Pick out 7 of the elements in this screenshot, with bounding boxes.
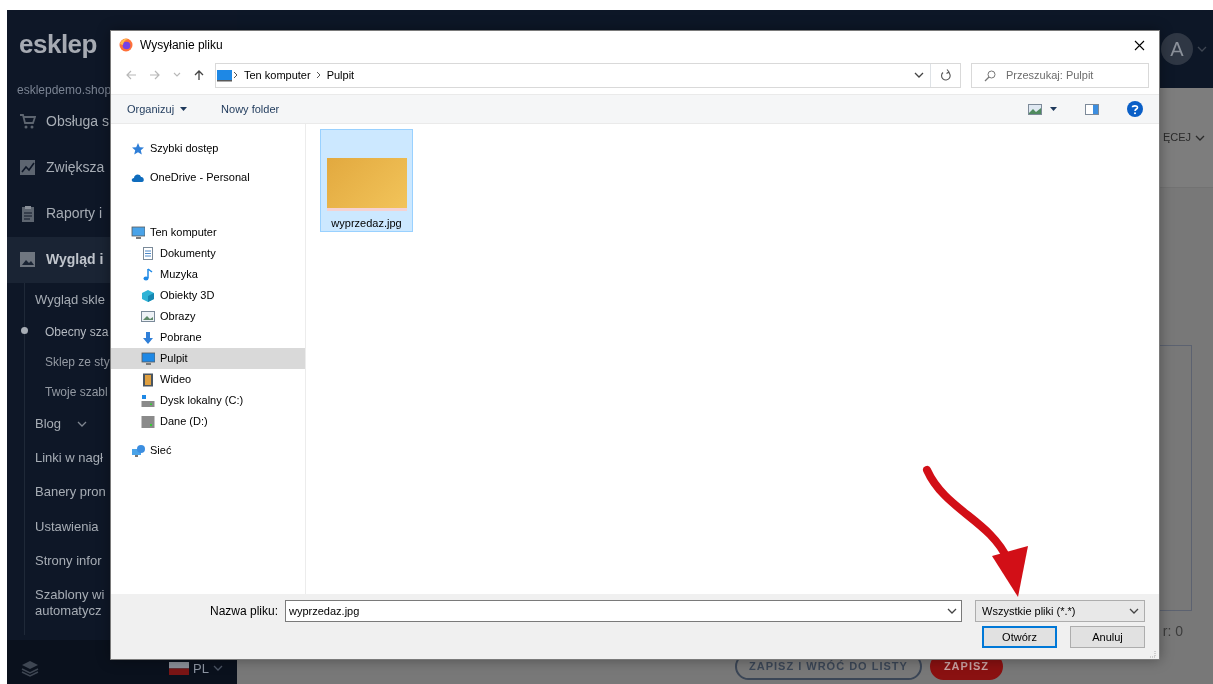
file-type-text: Wszystkie pliki (*.*)	[982, 603, 1076, 619]
counter-text: r: 0	[1162, 622, 1183, 641]
file-name: wyprzedaz.jpg	[331, 215, 402, 231]
logo-text: esklep	[19, 30, 97, 59]
dialog-title: Wysyłanie pliku	[140, 37, 223, 54]
domain-text: esklepdemo.shop	[17, 81, 112, 99]
file-name-label: Nazwa pliku:	[209, 603, 278, 620]
